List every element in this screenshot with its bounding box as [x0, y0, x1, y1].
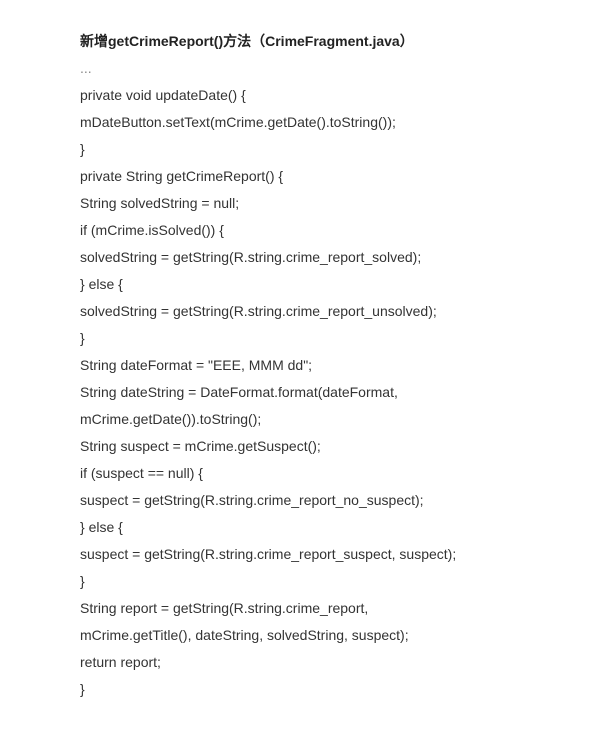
code-line: suspect = getString(R.string.crime_repor… — [80, 487, 580, 514]
code-line: ... — [80, 55, 580, 82]
code-line: if (suspect == null) { — [80, 460, 580, 487]
code-line: if (mCrime.isSolved()) { — [80, 217, 580, 244]
code-line: } — [80, 136, 580, 163]
code-line: mDateButton.setText(mCrime.getDate().toS… — [80, 109, 580, 136]
code-line: private void updateDate() { — [80, 82, 580, 109]
listing-title: 新增getCrimeReport()方法（CrimeFragment.java） — [80, 28, 580, 55]
code-line: String suspect = mCrime.getSuspect(); — [80, 433, 580, 460]
code-line: solvedString = getString(R.string.crime_… — [80, 298, 580, 325]
code-line: } else { — [80, 514, 580, 541]
code-line: mCrime.getTitle(), dateString, solvedStr… — [80, 622, 580, 649]
code-line: private String getCrimeReport() { — [80, 163, 580, 190]
code-line: mCrime.getDate()).toString(); — [80, 406, 580, 433]
code-line: } — [80, 568, 580, 595]
code-line: return report; — [80, 649, 580, 676]
code-listing: 新增getCrimeReport()方法（CrimeFragment.java）… — [0, 0, 600, 730]
code-line: solvedString = getString(R.string.crime_… — [80, 244, 580, 271]
code-line: String dateString = DateFormat.format(da… — [80, 379, 580, 406]
code-line: } else { — [80, 271, 580, 298]
code-line: } — [80, 325, 580, 352]
code-line: suspect = getString(R.string.crime_repor… — [80, 541, 580, 568]
code-line: String dateFormat = "EEE, MMM dd"; — [80, 352, 580, 379]
code-line: String solvedString = null; — [80, 190, 580, 217]
code-line: } — [80, 676, 580, 703]
code-line: String report = getString(R.string.crime… — [80, 595, 580, 622]
